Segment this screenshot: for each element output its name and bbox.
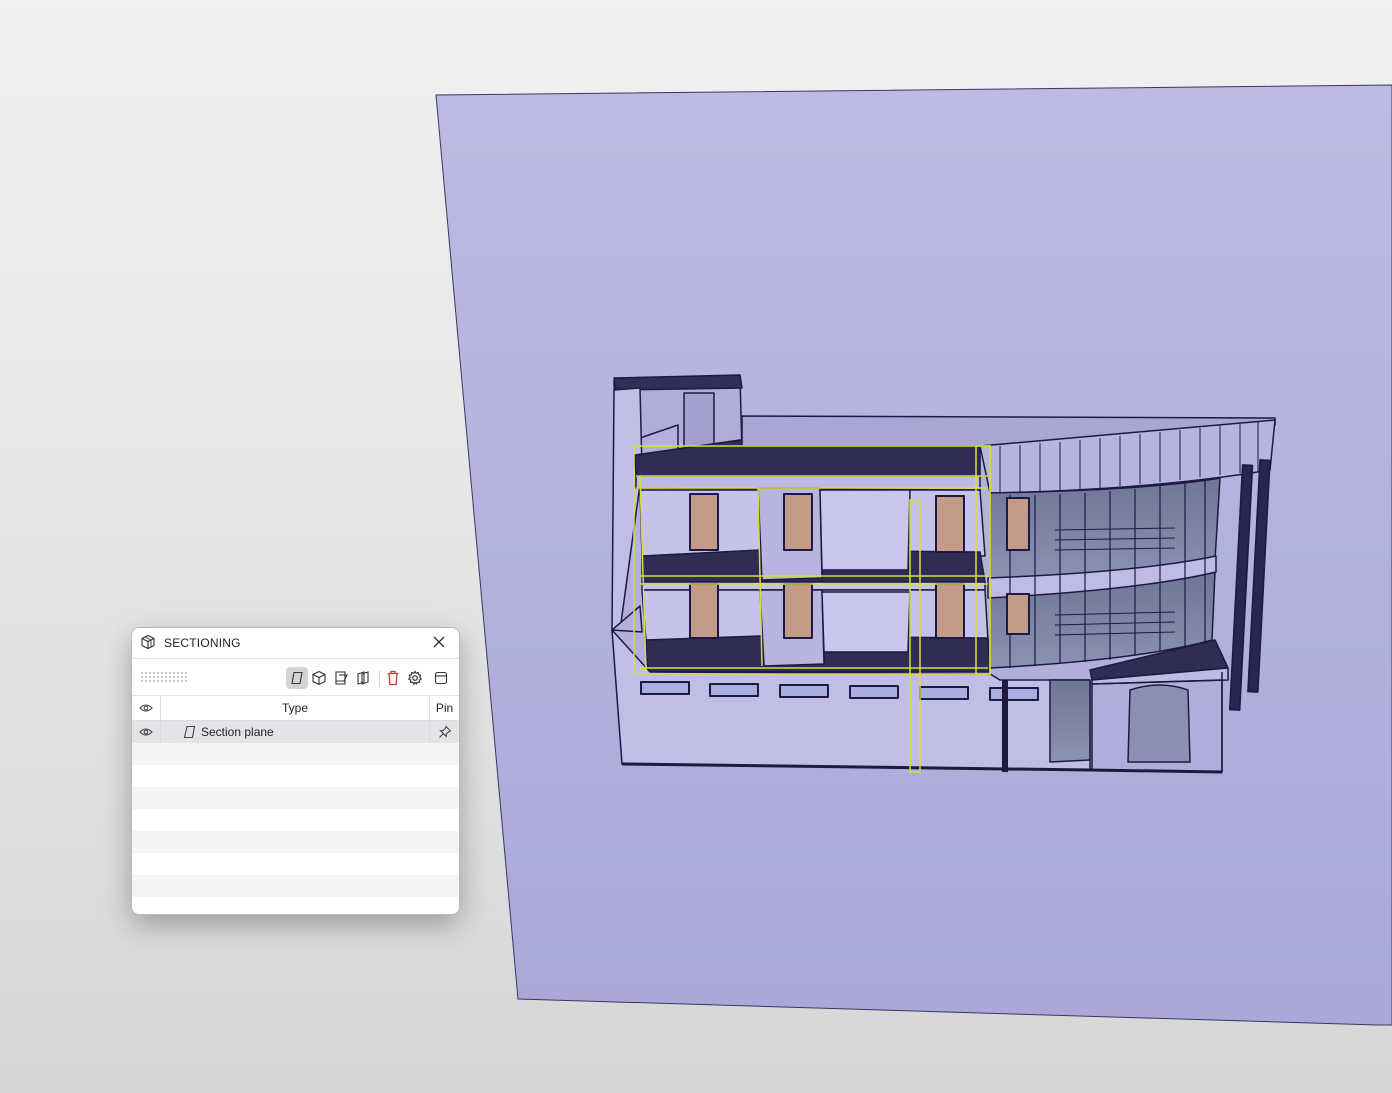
- empty-row: [132, 765, 459, 787]
- empty-row: [132, 875, 459, 897]
- visibility-column-header[interactable]: [132, 696, 161, 720]
- delete-button[interactable]: [382, 667, 404, 689]
- type-cell: Section plane: [161, 721, 430, 743]
- panel-title: SECTIONING: [164, 636, 241, 650]
- sectioning-panel: SECTIONING Type Pin Section plane: [131, 627, 460, 915]
- settings-button[interactable]: [404, 667, 426, 689]
- 3d-viewport[interactable]: [0, 0, 1392, 1093]
- gear-icon: [407, 670, 423, 686]
- table-header: Type Pin: [132, 696, 459, 721]
- eye-icon: [139, 704, 153, 712]
- empty-row: [132, 809, 459, 831]
- toggle-panel-button[interactable]: [430, 667, 452, 689]
- section-plane-icon: [291, 671, 303, 685]
- section-box-icon: [140, 634, 156, 650]
- plane-on-face-icon: [335, 671, 348, 685]
- drag-handle[interactable]: [140, 671, 188, 683]
- add-section-box-button[interactable]: [308, 667, 330, 689]
- panel-titlebar[interactable]: SECTIONING: [132, 628, 459, 659]
- eye-icon: [139, 728, 153, 736]
- close-icon: [433, 636, 445, 648]
- pin-column-header[interactable]: Pin: [430, 696, 459, 720]
- panel-toolbar: [132, 659, 459, 696]
- section-box-icon: [312, 670, 326, 686]
- panel-icon: [434, 671, 448, 685]
- empty-row: [132, 897, 459, 914]
- type-column-header[interactable]: Type: [161, 696, 430, 720]
- empty-row: [132, 831, 459, 853]
- parallel-planes-icon: [357, 671, 369, 685]
- add-section-plane-button[interactable]: [286, 667, 308, 689]
- visibility-toggle[interactable]: [132, 721, 161, 743]
- trash-icon: [387, 670, 399, 686]
- pin-icon: [438, 725, 451, 738]
- list-item[interactable]: Section plane: [132, 721, 459, 743]
- section-plane-icon: [183, 725, 196, 739]
- empty-row: [132, 853, 459, 875]
- add-parallel-planes-button[interactable]: [352, 667, 374, 689]
- row-type-label: Section plane: [201, 725, 274, 739]
- add-section-plane-on-face-button[interactable]: [330, 667, 352, 689]
- empty-row: [132, 787, 459, 809]
- pin-toggle[interactable]: [430, 721, 459, 743]
- empty-row: [132, 743, 459, 765]
- close-button[interactable]: [431, 634, 447, 650]
- toolbar-divider: [379, 671, 380, 687]
- section-list: Section plane: [132, 721, 459, 914]
- building-model[interactable]: [611, 374, 1276, 774]
